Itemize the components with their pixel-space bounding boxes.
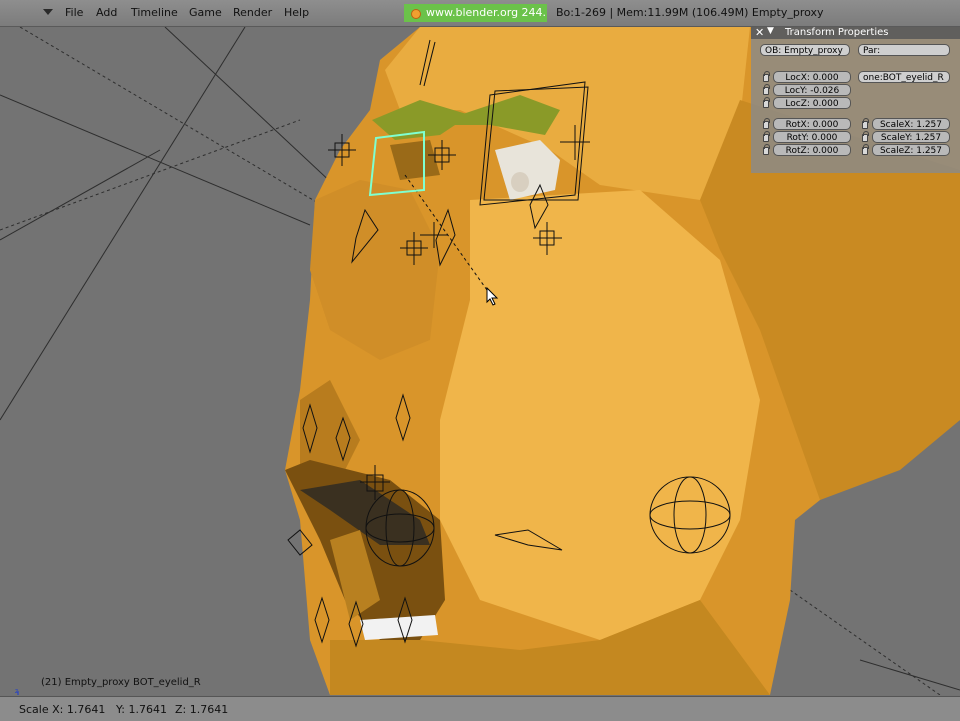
lock-icon[interactable] (763, 144, 770, 155)
parent-field[interactable]: Par: (858, 44, 950, 56)
scale-x-field[interactable]: ScaleX: 1.257 (872, 118, 950, 130)
menu-timeline[interactable]: Timeline (131, 6, 178, 19)
website-badge[interactable]: www.blender.org 244.1 (404, 4, 547, 22)
close-icon[interactable]: ✕ (755, 26, 764, 39)
scale-x-readout: Scale X: 1.7641 (19, 703, 106, 716)
blender-logo-icon (411, 9, 421, 19)
lock-icon[interactable] (862, 118, 869, 129)
bone-count: Bo:1-269 (556, 6, 606, 19)
memory-info: | Mem:11.99M (106.49M) Empty_proxy (609, 6, 824, 19)
collapse-triangle-icon[interactable]: ▼ (767, 26, 774, 36)
svg-text:z: z (15, 688, 18, 695)
lock-icon[interactable] (763, 118, 770, 129)
scale-y-field[interactable]: ScaleY: 1.257 (872, 131, 950, 143)
lock-icon[interactable] (763, 71, 770, 82)
lock-icon[interactable] (862, 131, 869, 142)
menu-collapse-icon[interactable] (43, 9, 53, 15)
axis-gizmo-icon: z (15, 688, 19, 695)
scene-stats: Bo:1-269 | Mem:11.99M (106.49M) Empty_pr… (556, 6, 824, 19)
object-info: (21) Empty_proxy BOT_eyelid_R (41, 677, 201, 688)
menu-render[interactable]: Render (233, 6, 272, 19)
top-menu-bar: File Add Timeline Game Render Help www.b… (0, 0, 960, 27)
bone-field[interactable]: one:BOT_eyelid_R (858, 71, 950, 83)
loc-z-field[interactable]: LocZ: 0.000 (773, 97, 851, 109)
lock-icon[interactable] (763, 84, 770, 95)
panel-title: Transform Properties (785, 27, 889, 38)
menu-add[interactable]: Add (96, 6, 117, 19)
website-url: www.blender.org 244.1 (426, 6, 547, 19)
scale-y-readout: Y: 1.7641 (116, 703, 167, 716)
loc-x-field[interactable]: LocX: 0.000 (773, 71, 851, 83)
menu-game[interactable]: Game (189, 6, 222, 19)
transform-properties-panel: ✕ ▼ Transform Properties OB: Empty_proxy… (751, 26, 960, 173)
lock-icon[interactable] (763, 131, 770, 142)
rot-z-field[interactable]: RotZ: 0.000 (773, 144, 851, 156)
status-bar: Scale X: 1.7641 Y: 1.7641 Z: 1.7641 (0, 696, 960, 721)
menu-help[interactable]: Help (284, 6, 309, 19)
rot-x-field[interactable]: RotX: 0.000 (773, 118, 851, 130)
loc-y-field[interactable]: LocY: -0.026 (773, 84, 851, 96)
lock-icon[interactable] (862, 144, 869, 155)
rot-y-field[interactable]: RotY: 0.000 (773, 131, 851, 143)
lock-icon[interactable] (763, 97, 770, 108)
menu-file[interactable]: File (65, 6, 83, 19)
object-name-field[interactable]: OB: Empty_proxy (760, 44, 850, 56)
scale-z-field[interactable]: ScaleZ: 1.257 (872, 144, 950, 156)
scale-z-readout: Z: 1.7641 (175, 703, 229, 716)
